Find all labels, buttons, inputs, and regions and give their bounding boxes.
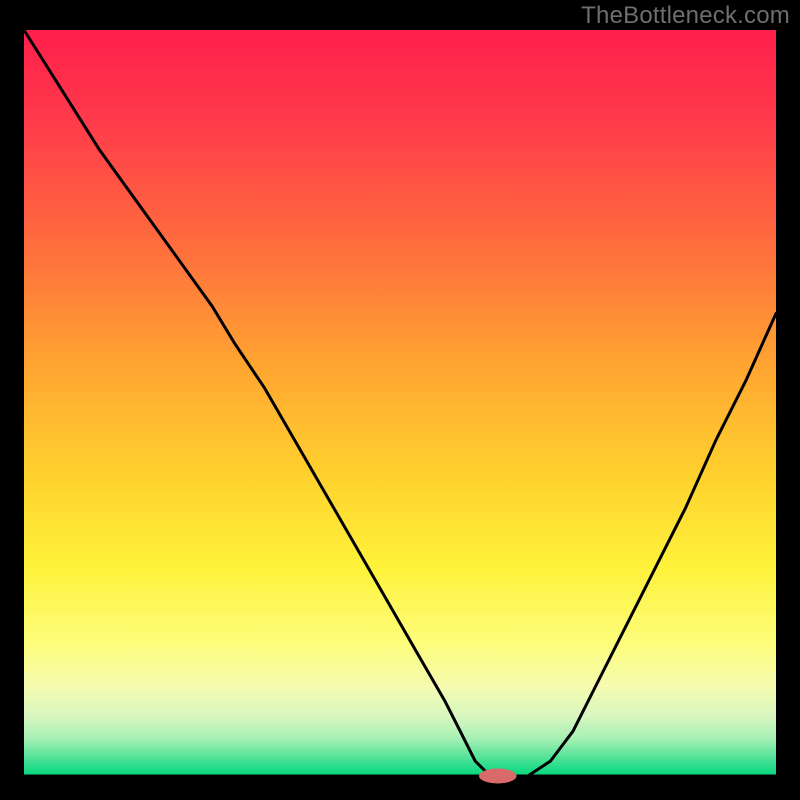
watermark: TheBottleneck.com (581, 2, 790, 30)
bottleneck-plot (0, 0, 800, 800)
plot-background (24, 30, 776, 776)
optimum-marker (479, 769, 517, 784)
chart-container: { "watermark": "TheBottleneck.com", "cha… (0, 0, 800, 800)
